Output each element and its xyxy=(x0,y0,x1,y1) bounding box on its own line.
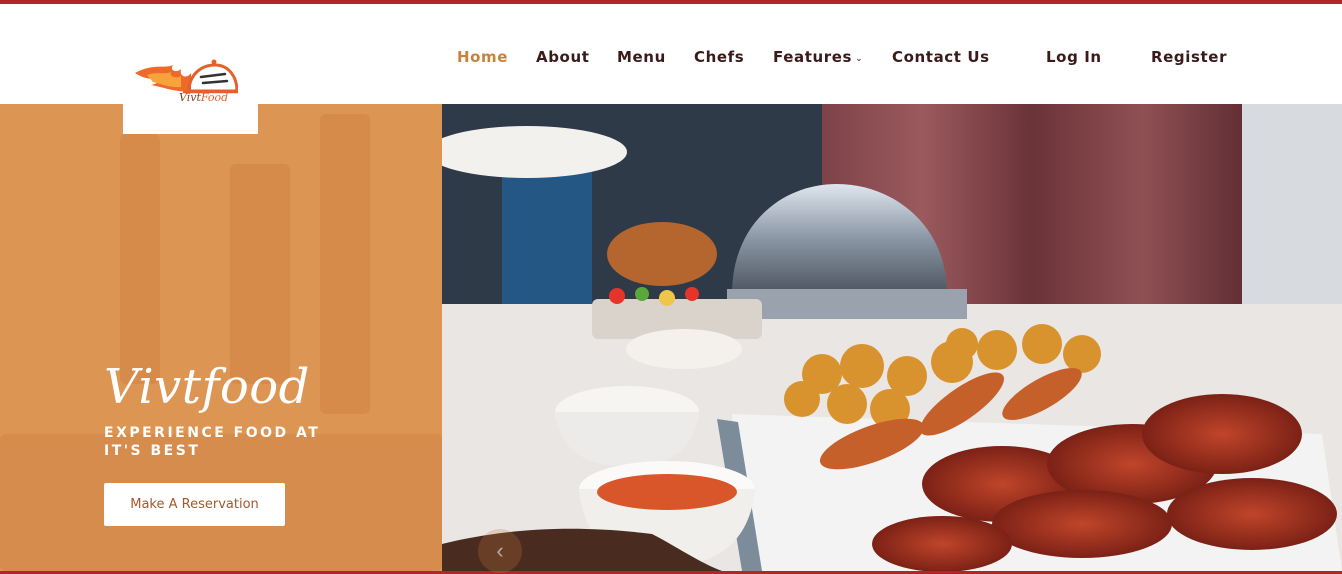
nav-register[interactable]: Register xyxy=(1151,48,1227,66)
nav-menu[interactable]: Menu xyxy=(617,48,666,66)
logo-wordmark: VivtFood xyxy=(179,91,228,104)
nav-features-label: Features xyxy=(773,48,853,66)
hero-subtitle: EXPERIENCE FOOD AT IT'S BEST xyxy=(104,425,321,459)
nav-about[interactable]: About xyxy=(536,48,590,66)
hero-text-panel: Vivtfood EXPERIENCE FOOD AT IT'S BEST Ma… xyxy=(0,104,442,571)
cloche-icon xyxy=(211,59,217,65)
logo-text-accent: Food xyxy=(200,91,229,104)
chevron-left-icon[interactable]: ‹ xyxy=(478,529,522,573)
logo[interactable]: VivtFood xyxy=(123,43,258,134)
hero-title: Vivtfood xyxy=(104,359,310,415)
nav-chefs[interactable]: Chefs xyxy=(694,48,744,66)
nav-home[interactable]: Home xyxy=(457,48,508,66)
hero-food-image xyxy=(442,104,1342,571)
logo-text-main: Vivt xyxy=(179,91,201,104)
chevron-down-icon: ⌄ xyxy=(855,54,864,64)
nav-contact[interactable]: Contact Us xyxy=(892,48,990,66)
nav-login[interactable]: Log In xyxy=(1046,48,1102,66)
make-reservation-button[interactable]: Make A Reservation xyxy=(104,483,285,526)
hero-slider: Vivtfood EXPERIENCE FOOD AT IT'S BEST Ma… xyxy=(0,104,1342,573)
nav-features[interactable]: Features ⌄ xyxy=(773,48,863,66)
